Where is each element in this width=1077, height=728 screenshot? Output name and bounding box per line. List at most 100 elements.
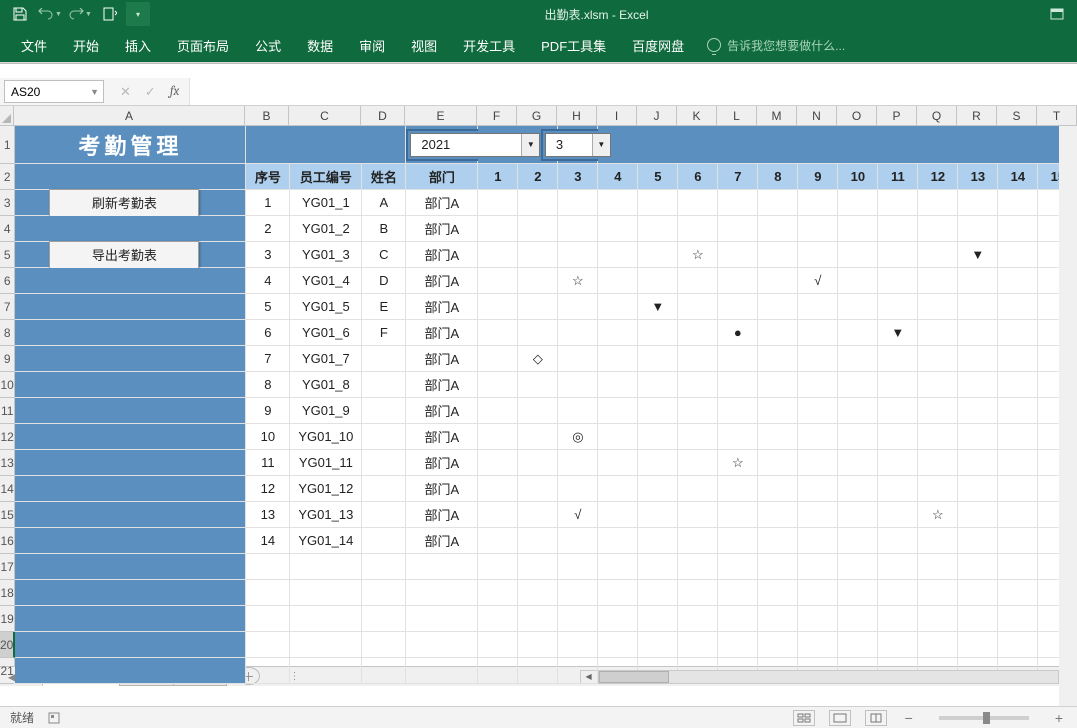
attendance-cell[interactable] (838, 450, 878, 475)
column-header[interactable]: C (289, 106, 361, 125)
row-header[interactable]: 7 (0, 294, 14, 320)
attendance-cell[interactable] (638, 502, 678, 527)
attendance-cell[interactable] (878, 190, 918, 215)
attendance-cell[interactable] (558, 476, 598, 501)
attendance-cell[interactable] (798, 450, 838, 475)
empty-cell[interactable] (290, 580, 362, 605)
attendance-cell[interactable] (878, 372, 918, 397)
cells-area[interactable]: 考勤管理2021▼3▼序号员工编号姓名部门1234567891011121314… (15, 126, 1077, 666)
attendance-cell[interactable] (478, 346, 518, 371)
attendance-cell[interactable] (478, 268, 518, 293)
attendance-cell[interactable] (838, 242, 878, 267)
attendance-cell[interactable] (518, 190, 558, 215)
attendance-cell[interactable] (558, 398, 598, 423)
empty-cell[interactable] (798, 554, 838, 579)
column-header[interactable]: H (557, 106, 597, 125)
attendance-cell[interactable] (518, 242, 558, 267)
attendance-cell[interactable] (918, 476, 958, 501)
year-dropdown[interactable]: 2021▼ (410, 133, 540, 157)
attendance-cell[interactable] (598, 242, 638, 267)
empty-cell[interactable] (290, 606, 362, 631)
attendance-cell[interactable]: √ (798, 268, 838, 293)
qat-customize-icon[interactable]: ▾ (126, 2, 150, 26)
empty-cell[interactable] (406, 606, 478, 631)
empty-cell[interactable] (878, 632, 918, 657)
tab-file[interactable]: 文件 (8, 28, 60, 62)
empty-cell[interactable] (638, 554, 678, 579)
attendance-cell[interactable] (998, 424, 1038, 449)
attendance-cell[interactable] (718, 424, 758, 449)
attendance-cell[interactable] (958, 190, 998, 215)
attendance-cell[interactable] (478, 294, 518, 319)
attendance-cell[interactable] (998, 268, 1038, 293)
attendance-cell[interactable] (518, 502, 558, 527)
attendance-cell[interactable] (758, 450, 798, 475)
attendance-cell[interactable] (998, 320, 1038, 345)
attendance-cell[interactable] (598, 346, 638, 371)
empty-cell[interactable] (998, 632, 1038, 657)
attendance-cell[interactable] (558, 372, 598, 397)
attendance-cell[interactable] (518, 320, 558, 345)
select-all-cell[interactable] (0, 106, 14, 125)
column-header[interactable]: J (637, 106, 677, 125)
attendance-cell[interactable] (518, 216, 558, 241)
attendance-cell[interactable] (958, 320, 998, 345)
save-icon[interactable] (6, 2, 34, 26)
empty-cell[interactable] (246, 606, 290, 631)
attendance-cell[interactable] (918, 450, 958, 475)
attendance-cell[interactable] (758, 476, 798, 501)
empty-cell[interactable] (678, 554, 718, 579)
row-header[interactable]: 9 (0, 346, 14, 372)
empty-cell[interactable] (246, 580, 290, 605)
empty-cell[interactable] (718, 580, 758, 605)
row-header[interactable]: 2 (0, 164, 14, 190)
attendance-cell[interactable] (878, 242, 918, 267)
attendance-cell[interactable] (958, 398, 998, 423)
attendance-cell[interactable] (838, 528, 878, 553)
row-header[interactable]: 15 (0, 502, 14, 528)
empty-cell[interactable] (958, 632, 998, 657)
attendance-cell[interactable]: ▼ (958, 242, 998, 267)
empty-cell[interactable] (758, 632, 798, 657)
column-header[interactable]: I (597, 106, 637, 125)
attendance-cell[interactable] (838, 216, 878, 241)
attendance-cell[interactable] (638, 528, 678, 553)
empty-cell[interactable] (518, 554, 558, 579)
attendance-cell[interactable] (718, 216, 758, 241)
empty-cell[interactable] (598, 580, 638, 605)
attendance-cell[interactable] (518, 528, 558, 553)
column-header[interactable]: F (477, 106, 517, 125)
empty-cell[interactable] (290, 658, 362, 683)
attendance-cell[interactable] (918, 424, 958, 449)
attendance-cell[interactable] (998, 242, 1038, 267)
row-header[interactable]: 14 (0, 476, 14, 502)
attendance-cell[interactable] (958, 346, 998, 371)
attendance-cell[interactable] (798, 294, 838, 319)
scroll-thumb[interactable] (599, 671, 669, 683)
attendance-cell[interactable] (758, 320, 798, 345)
attendance-cell[interactable] (718, 528, 758, 553)
column-header[interactable]: N (797, 106, 837, 125)
attendance-cell[interactable] (878, 476, 918, 501)
empty-cell[interactable] (838, 580, 878, 605)
attendance-cell[interactable] (958, 268, 998, 293)
attendance-cell[interactable] (518, 476, 558, 501)
attendance-cell[interactable] (998, 476, 1038, 501)
attendance-cell[interactable] (878, 502, 918, 527)
attendance-cell[interactable] (598, 424, 638, 449)
attendance-cell[interactable] (678, 424, 718, 449)
row-header[interactable]: 5 (0, 242, 14, 268)
attendance-cell[interactable] (998, 190, 1038, 215)
attendance-cell[interactable] (958, 450, 998, 475)
attendance-cell[interactable] (598, 190, 638, 215)
attendance-cell[interactable] (478, 320, 518, 345)
attendance-cell[interactable] (558, 294, 598, 319)
attendance-cell[interactable] (838, 424, 878, 449)
attendance-cell[interactable]: ▼ (638, 294, 678, 319)
column-header[interactable]: B (245, 106, 289, 125)
refresh-attendance-button[interactable]: 刷新考勤表 (49, 189, 199, 217)
tab-pdf-tools[interactable]: PDF工具集 (528, 28, 619, 62)
attendance-cell[interactable]: ◇ (518, 346, 558, 371)
column-header[interactable]: P (877, 106, 917, 125)
attendance-cell[interactable] (518, 398, 558, 423)
